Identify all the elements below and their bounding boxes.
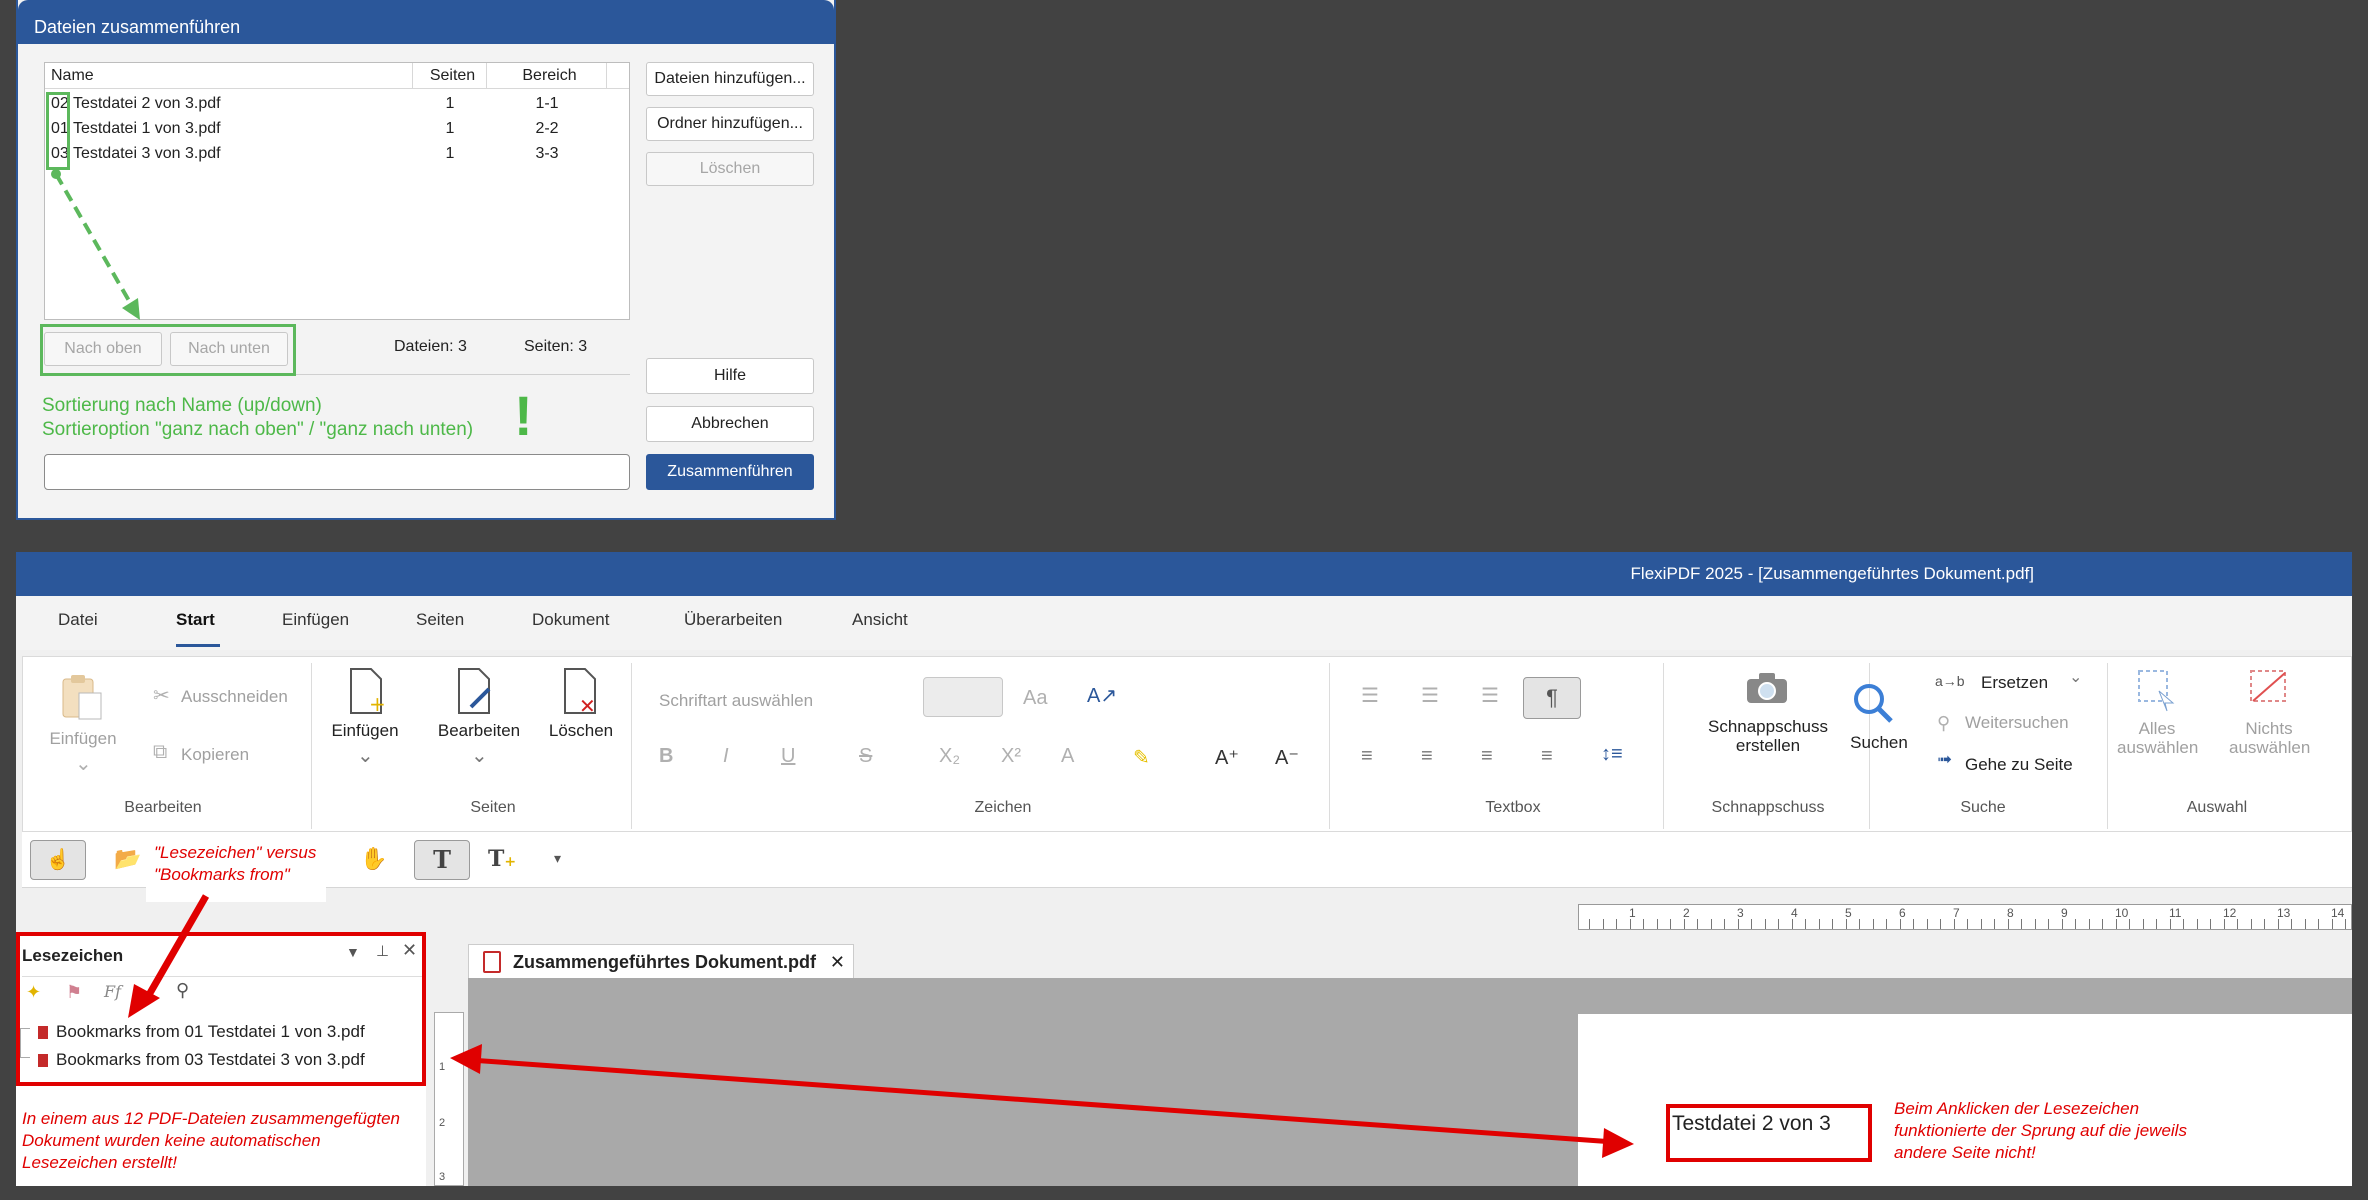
red-arrows bbox=[128, 894, 1634, 1158]
